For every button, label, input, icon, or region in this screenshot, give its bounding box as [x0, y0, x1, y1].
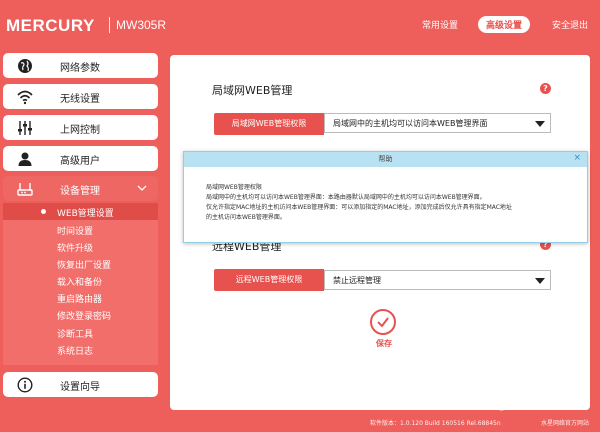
- remote-permission-select[interactable]: 禁止远程管理: [324, 270, 551, 290]
- help-icon[interactable]: ?: [540, 83, 551, 94]
- submenu-firmware-upgrade[interactable]: 软件升级: [57, 241, 93, 254]
- sidebar-item-advanced-user[interactable]: 高级用户: [3, 146, 158, 171]
- logo-divider: [109, 17, 110, 33]
- sidebar-item-label: 上网控制: [60, 125, 100, 136]
- submenu-factory-reset[interactable]: 恢复出厂设置: [57, 258, 111, 271]
- sidebar-item-label: 设备管理: [60, 186, 100, 197]
- remote-permission-label: 远程WEB管理权限: [214, 269, 324, 291]
- lan-web-management-title: 局域网WEB管理: [212, 84, 293, 97]
- wifi-icon: [17, 90, 33, 105]
- user-icon: [18, 152, 32, 166]
- dialog-title: 帮助: [378, 155, 393, 163]
- submenu-diagnostics[interactable]: 诊断工具: [57, 327, 93, 340]
- sidebar-item-access-control[interactable]: 上网控制: [3, 115, 158, 140]
- close-icon[interactable]: ×: [573, 153, 581, 163]
- nav-logout[interactable]: 安全退出: [552, 18, 588, 31]
- sidebar-item-label: 高级用户: [60, 156, 100, 167]
- save-label[interactable]: 保存: [376, 338, 392, 349]
- router-icon: [17, 183, 33, 196]
- sliders-icon: [18, 121, 32, 135]
- chevron-down-icon: [535, 278, 545, 284]
- lan-permission-label: 局域网WEB管理权限: [214, 113, 324, 135]
- sidebar-item-device-management[interactable]: 设备管理: [3, 176, 158, 201]
- sidebar-item-label: 无线设置: [60, 94, 100, 105]
- submenu-time-settings[interactable]: 时间设置: [57, 224, 93, 237]
- model-name: MW305R: [116, 18, 167, 32]
- dialog-text-line: 的主机访问本WEB管理界面。: [206, 214, 286, 221]
- checkmark-icon: [377, 317, 389, 328]
- help-dialog: 帮助 × 局域网WEB管理权限 局域网中的主机均可以访问本WEB管理界面：本路由…: [183, 151, 588, 243]
- submenu-backup-restore[interactable]: 载入和备份: [57, 275, 102, 288]
- active-dot: [41, 209, 46, 214]
- nav-advanced-settings[interactable]: 高级设置: [478, 16, 531, 33]
- globe-icon: [18, 59, 32, 73]
- sidebar-item-label: 网络参数: [60, 63, 100, 74]
- chevron-down-icon: [137, 185, 147, 191]
- dialog-text-line: 局域网中的主机均可以访问本WEB管理界面：本路由器默认局域网中的主机均可以访问本…: [206, 194, 486, 201]
- submenu-reboot[interactable]: 重启路由器: [57, 292, 102, 305]
- dialog-heading: 局域网WEB管理权限: [206, 184, 262, 191]
- info-icon: [17, 377, 33, 393]
- sidebar-item-wireless[interactable]: 无线设置: [3, 84, 158, 109]
- remote-permission-value: 禁止远程管理: [333, 276, 381, 285]
- sidebar-item-label: 设置向导: [60, 382, 100, 393]
- chevron-down-icon: [535, 121, 545, 127]
- sidebar-item-setup-wizard[interactable]: 设置向导: [3, 372, 158, 397]
- official-site-link[interactable]: 水星网络官方网站: [541, 418, 589, 427]
- lan-permission-value: 局域网中的主机均可以访问本WEB管理界面: [333, 119, 488, 128]
- nav-common-settings[interactable]: 常用设置: [422, 18, 458, 31]
- firmware-version: 软件版本：1.0.120 Build 160516 Rel.68845n: [370, 420, 501, 427]
- lan-permission-select[interactable]: 局域网中的主机均可以访问本WEB管理界面: [324, 113, 551, 133]
- submenu-change-password[interactable]: 修改登录密码: [57, 309, 111, 322]
- brand-logo: MERCURY: [6, 16, 95, 35]
- sidebar-item-network[interactable]: 网络参数: [3, 53, 158, 78]
- watermark-text: 头条 @林子爱玩机: [465, 397, 574, 412]
- top-bar: MERCURY MW305R 常用设置 高级设置 安全退出: [0, 0, 600, 50]
- submenu-system-log[interactable]: 系统日志: [57, 344, 93, 357]
- save-button[interactable]: [370, 309, 396, 335]
- dialog-text-line: 仅允许指定MAC地址的主机访问本WEB管理界面：可以添加指定的MAC地址，添加完…: [206, 204, 512, 211]
- submenu-web-management[interactable]: WEB管理设置: [57, 206, 114, 219]
